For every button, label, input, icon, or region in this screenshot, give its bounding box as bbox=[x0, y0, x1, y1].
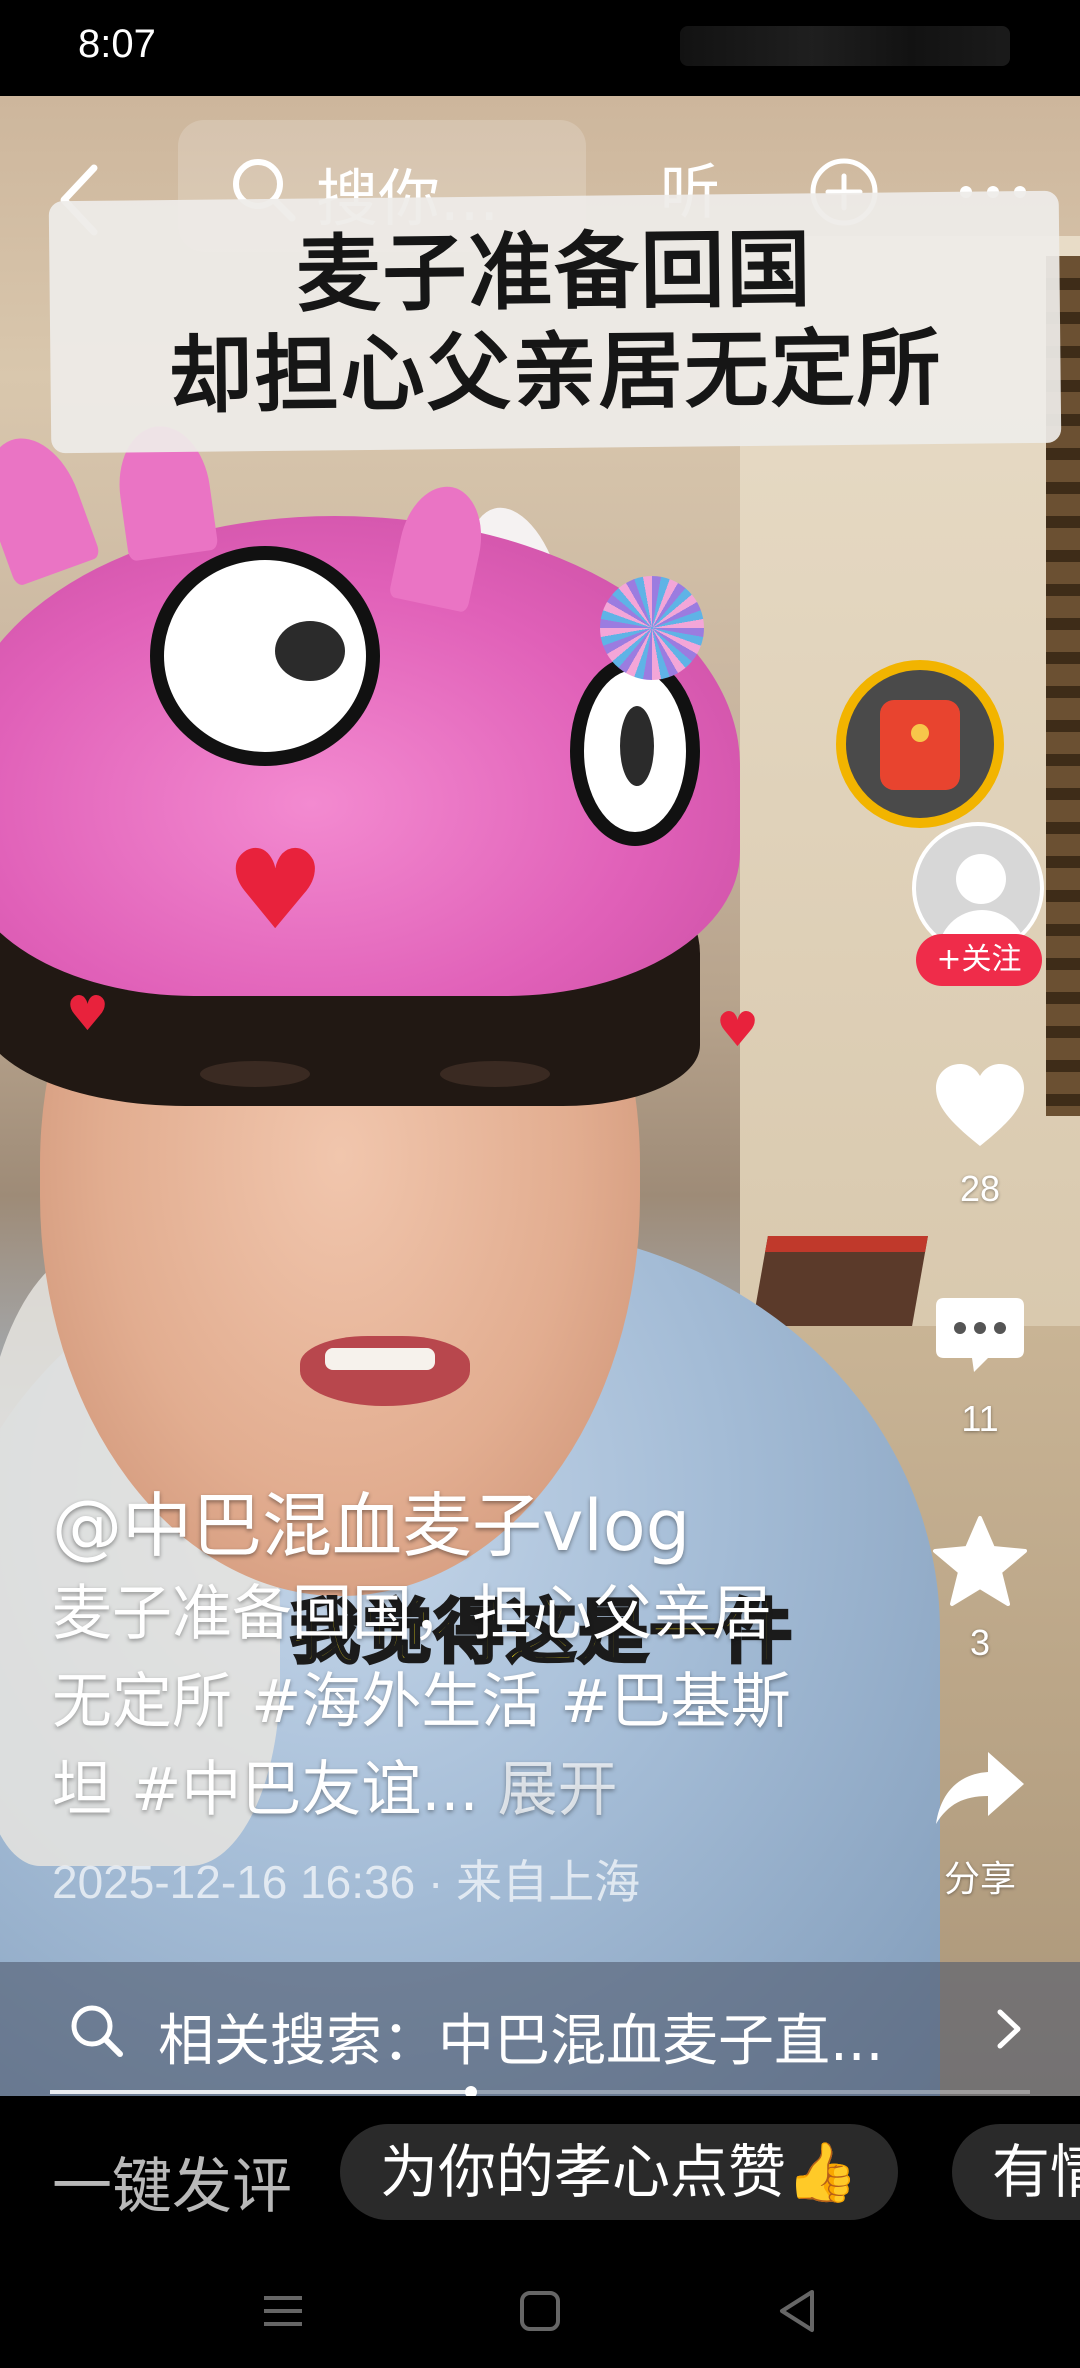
quick-comment-chip[interactable]: 有情有义 bbox=[952, 2124, 1080, 2220]
video-progress-fill bbox=[50, 2090, 472, 2094]
comment-icon[interactable] bbox=[930, 1288, 1030, 1388]
expand-link[interactable]: 展开 bbox=[498, 1755, 618, 1825]
filter-disco-ball bbox=[600, 576, 704, 680]
post-meta: 2025-12-16 16:36 · 来自上海 bbox=[52, 1856, 641, 1908]
quick-comment-chip[interactable]: 为你的孝心点赞👍 bbox=[340, 2124, 899, 2220]
like-action[interactable]: 28 bbox=[918, 1058, 1042, 1210]
filter-dragon-pupil-right bbox=[620, 706, 654, 786]
heart-icon[interactable] bbox=[930, 1058, 1030, 1158]
status-time: 8:07 bbox=[78, 22, 156, 66]
share-label: 分享 bbox=[943, 1858, 1016, 1899]
filter-dragon-eye-left bbox=[150, 546, 380, 766]
share-icon[interactable] bbox=[930, 1740, 1030, 1840]
post-description: 麦子准备回国，担心父亲居无定所 #海外生活 #巴基斯坦 #中巴友谊... 展开 bbox=[52, 1570, 812, 1834]
status-icons bbox=[680, 26, 1010, 66]
share-action[interactable]: 分享 bbox=[918, 1740, 1042, 1902]
video-person-teeth bbox=[325, 1348, 435, 1370]
filter-dragon-pupil-left bbox=[275, 621, 345, 681]
video-background-box bbox=[752, 1236, 928, 1326]
search-icon bbox=[71, 2005, 123, 2057]
video-title-banner: 麦子准备回国 却担心父亲居无定所 bbox=[48, 190, 1062, 454]
author-name[interactable]: @中巴混血麦子vlog bbox=[52, 1470, 690, 1571]
red-packet-button[interactable] bbox=[836, 660, 1004, 828]
red-packet-icon bbox=[880, 700, 960, 790]
star-icon[interactable] bbox=[930, 1512, 1030, 1612]
red-packet-clasp bbox=[911, 724, 929, 742]
banner-line-1: 麦子准备回国 bbox=[295, 220, 813, 324]
video-progress-bar[interactable] bbox=[50, 2086, 1030, 2098]
quick-comment-label[interactable]: 一键发评 bbox=[52, 2138, 292, 2225]
home-icon[interactable] bbox=[515, 2286, 565, 2336]
comment-action[interactable]: 11 bbox=[918, 1288, 1042, 1440]
video-person-eye-right bbox=[440, 1061, 550, 1087]
comment-count: 11 bbox=[961, 1398, 999, 1439]
filter-heart: ♥ bbox=[716, 1002, 760, 1058]
status-bar: 8:07 bbox=[0, 0, 1080, 96]
video-person-eye-left bbox=[200, 1061, 310, 1087]
banner-line-2: 却担心父亲居无定所 bbox=[168, 318, 944, 426]
favorite-action[interactable]: 3 bbox=[918, 1512, 1042, 1664]
back-triangle-icon[interactable] bbox=[772, 2286, 822, 2336]
system-nav-bar bbox=[0, 2256, 1080, 2368]
quick-comment-bar: 一键发评 为你的孝心点赞👍 有情有义 bbox=[0, 2096, 1080, 2256]
avatar-head-shape bbox=[956, 854, 1006, 904]
video-person-mouth bbox=[300, 1336, 470, 1406]
chevron-right-icon bbox=[997, 2009, 1021, 2049]
favorite-count: 3 bbox=[969, 1622, 991, 1663]
related-search-text: 相关搜索：中巴混血麦子直... bbox=[158, 2009, 884, 2074]
description-text: 麦子准备回国，担心父亲居无定所 #海外生活 #巴基斯坦 #中巴友谊... bbox=[52, 1579, 791, 1825]
menu-icon[interactable] bbox=[258, 2286, 308, 2336]
like-count: 28 bbox=[959, 1168, 1001, 1209]
filter-heart: ♥ bbox=[66, 986, 110, 1042]
follow-button[interactable]: +关注 bbox=[916, 934, 1042, 986]
related-search-bar[interactable]: 相关搜索：中巴混血麦子直... bbox=[0, 1962, 1080, 2096]
filter-heart: ♥ bbox=[226, 826, 325, 954]
